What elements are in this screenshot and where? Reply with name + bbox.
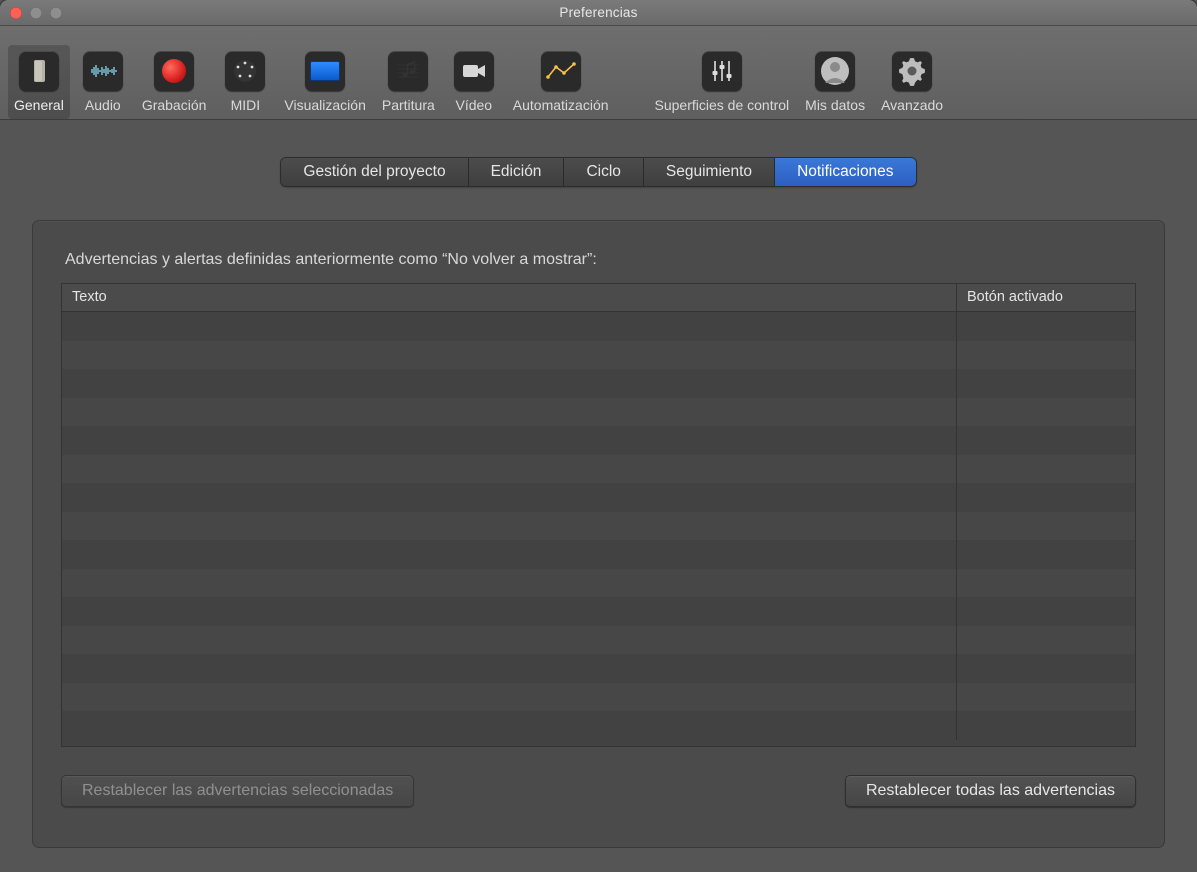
panel-buttons: Restablecer las advertencias seleccionad…: [61, 775, 1136, 807]
table-row[interactable]: [62, 341, 1135, 370]
table-row[interactable]: [62, 455, 1135, 484]
subtab-chase[interactable]: Seguimiento: [644, 158, 775, 186]
automation-icon: [541, 51, 581, 91]
preferences-window: Preferencias General Audio: [0, 0, 1197, 872]
toolbar-tab-display[interactable]: Visualización: [278, 45, 371, 119]
toolbar-label: Grabación: [142, 97, 207, 113]
user-icon: [815, 51, 855, 91]
toolbar-tab-advanced[interactable]: Avanzado: [875, 45, 949, 119]
toolbar-label: Partitura: [382, 97, 435, 113]
preferences-body: Gestión del proyecto Edición Ciclo Segui…: [0, 120, 1197, 872]
table-row[interactable]: [62, 569, 1135, 598]
toolbar-tab-general[interactable]: General: [8, 45, 70, 119]
window-title: Preferencias: [0, 5, 1197, 20]
column-header-text[interactable]: Texto: [62, 284, 957, 311]
camera-icon: [454, 51, 494, 91]
toolbar-tab-automation[interactable]: Automatización: [507, 45, 615, 119]
score-icon: [388, 51, 428, 91]
switch-icon: [19, 51, 59, 91]
toolbar-tab-midi[interactable]: MIDI: [216, 45, 274, 119]
column-header-button-enabled[interactable]: Botón activado: [957, 284, 1135, 311]
table-row[interactable]: [62, 426, 1135, 455]
toolbar-tab-my-info[interactable]: Mis datos: [799, 45, 871, 119]
toolbar-label: Mis datos: [805, 97, 865, 113]
table-row[interactable]: [62, 654, 1135, 683]
table-row[interactable]: [62, 711, 1135, 740]
toolbar-label: Automatización: [513, 97, 609, 113]
toolbar-tab-recording[interactable]: Grabación: [136, 45, 213, 119]
table-header: Texto Botón activado: [62, 284, 1135, 312]
subtab-cycle[interactable]: Ciclo: [564, 158, 643, 186]
table-row[interactable]: [62, 683, 1135, 712]
zoom-button[interactable]: [50, 7, 62, 19]
toolbar-label: General: [14, 97, 64, 113]
toolbar-tab-control-surfaces[interactable]: Superficies de control: [649, 45, 796, 119]
close-button[interactable]: [10, 7, 22, 19]
table-row[interactable]: [62, 512, 1135, 541]
reset-selected-warnings-button[interactable]: Restablecer las advertencias seleccionad…: [61, 775, 414, 807]
toolbar-tab-video[interactable]: Vídeo: [445, 45, 503, 119]
record-icon: [154, 51, 194, 91]
table-row[interactable]: [62, 597, 1135, 626]
panel-description: Advertencias y alertas definidas anterio…: [65, 251, 1136, 269]
toolbar-label: Vídeo: [456, 97, 493, 113]
monitor-icon: [305, 51, 345, 91]
subtab-bar: Gestión del proyecto Edición Ciclo Segui…: [281, 158, 915, 186]
toolbar-label: Visualización: [284, 97, 365, 113]
subtab-project-handling[interactable]: Gestión del proyecto: [281, 158, 468, 186]
subtab-notifications[interactable]: Notificaciones: [775, 158, 916, 186]
toolbar-tab-score[interactable]: Partitura: [376, 45, 441, 119]
waveform-icon: [83, 51, 123, 91]
window-controls: [10, 7, 62, 19]
midi-icon: [225, 51, 265, 91]
toolbar-label: Superficies de control: [655, 97, 790, 113]
table-row[interactable]: [62, 398, 1135, 427]
table-row[interactable]: [62, 312, 1135, 341]
table-row[interactable]: [62, 540, 1135, 569]
table-row[interactable]: [62, 626, 1135, 655]
gear-icon: [892, 51, 932, 91]
notifications-panel: Advertencias y alertas definidas anterio…: [32, 220, 1165, 848]
toolbar-label: MIDI: [231, 97, 261, 113]
toolbar-label: Avanzado: [881, 97, 943, 113]
reset-all-warnings-button[interactable]: Restablecer todas las advertencias: [845, 775, 1136, 807]
subtab-editing[interactable]: Edición: [469, 158, 565, 186]
toolbar-tab-audio[interactable]: Audio: [74, 45, 132, 119]
table-row[interactable]: [62, 483, 1135, 512]
toolbar-label: Audio: [85, 97, 121, 113]
table-row[interactable]: [62, 369, 1135, 398]
suppressed-warnings-table: Texto Botón activado: [61, 283, 1136, 747]
minimize-button[interactable]: [30, 7, 42, 19]
titlebar: Preferencias: [0, 0, 1197, 26]
preferences-toolbar: General Audio Grabación: [0, 26, 1197, 120]
faders-icon: [702, 51, 742, 91]
table-body[interactable]: [62, 312, 1135, 746]
